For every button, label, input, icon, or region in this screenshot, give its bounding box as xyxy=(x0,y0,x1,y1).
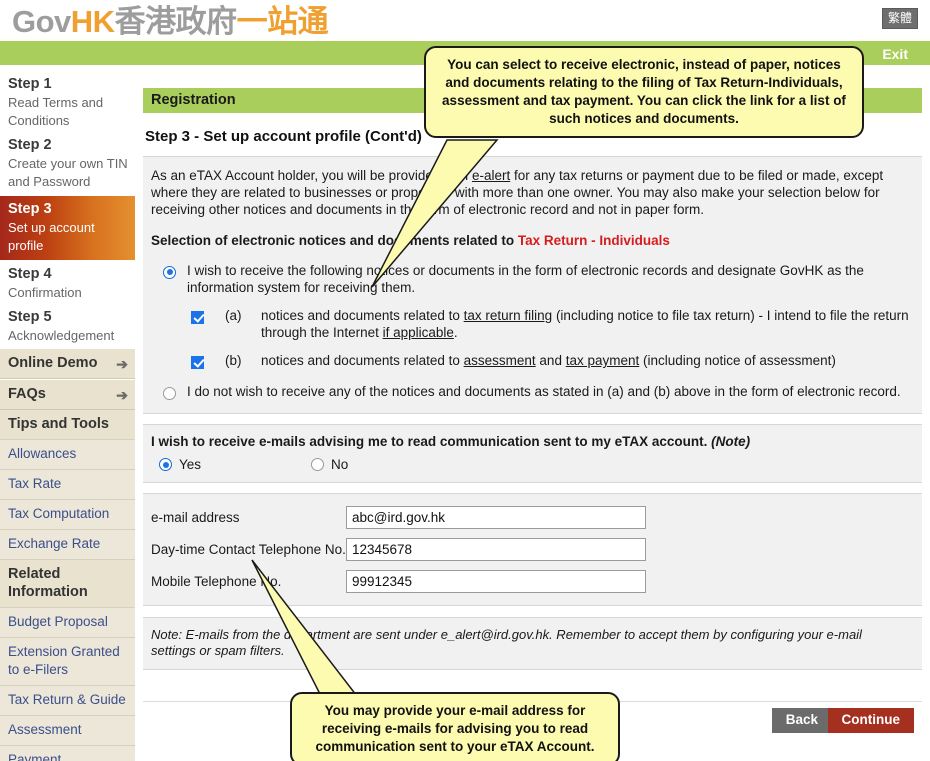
callout-bottom: You may provide your e-mail address for … xyxy=(290,692,620,761)
callout-top: You can select to receive electronic, in… xyxy=(424,46,864,138)
page-root: GovHK香港政府一站通 繁體 Exit Step 1 Read Terms a… xyxy=(0,0,930,761)
